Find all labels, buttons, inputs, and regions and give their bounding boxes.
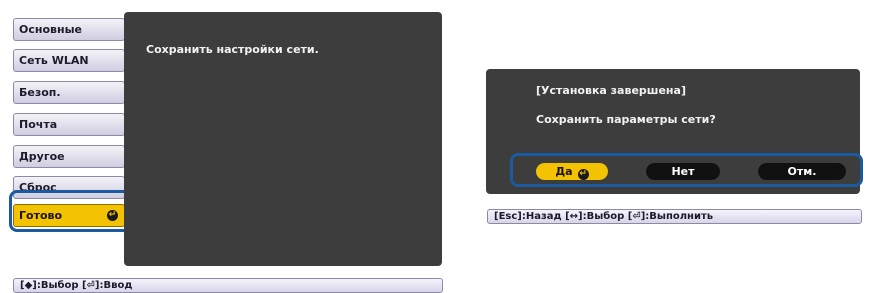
settings-panel: Сохранить настройки сети. xyxy=(124,12,442,266)
menu-item-mail[interactable]: Почта xyxy=(13,113,133,136)
dialog-question: Сохранить параметры сети? xyxy=(536,113,716,126)
menu-item-label: Безоп. xyxy=(19,86,61,99)
menu-item-label: Основные xyxy=(19,23,82,36)
menu-item-label: Почта xyxy=(19,118,58,131)
panel-message: Сохранить настройки сети. xyxy=(146,43,319,56)
left-hint-bar: [◆]:Выбор [⏎]:Ввод xyxy=(13,278,443,293)
menu-item-security[interactable]: Безоп. xyxy=(13,81,133,104)
dialog-title: [Установка завершена] xyxy=(536,84,686,97)
menu-item-other[interactable]: Другое xyxy=(13,145,133,168)
menu-item-label: Сеть WLAN xyxy=(19,54,89,67)
menu-item-label: Другое xyxy=(19,150,65,163)
menu-item-basic[interactable]: Основные xyxy=(13,18,133,41)
right-hint-bar: [Esc]:Назад [↔]:Выбор [⏎]:Выполнить xyxy=(487,209,862,224)
menu-item-wlan[interactable]: Сеть WLAN xyxy=(13,49,133,72)
callout-highlight-buttons xyxy=(510,153,863,187)
